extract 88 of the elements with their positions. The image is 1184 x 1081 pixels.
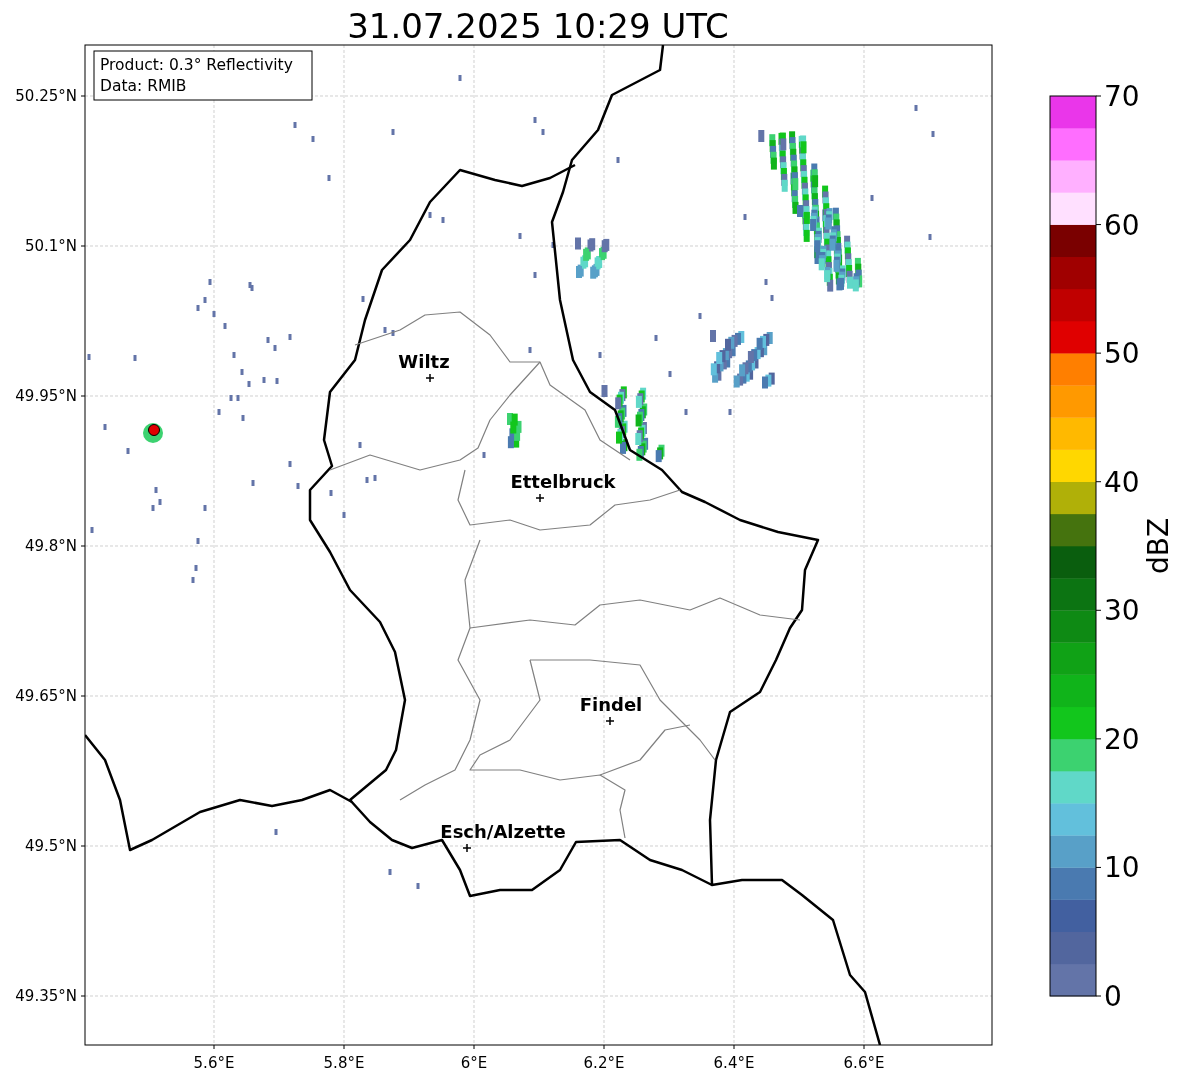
radar-echo: [914, 105, 918, 111]
radar-echo: [441, 217, 445, 223]
radar-echo: [361, 296, 365, 302]
radar-echo: [928, 234, 932, 240]
longitude-label: 5.6°E: [193, 1054, 235, 1072]
radar-echo: [212, 311, 216, 317]
colorbar-tick-label: 50: [1104, 337, 1140, 371]
radar-echo: [288, 461, 292, 467]
radar-site-dot: [148, 424, 160, 436]
radar-echo: [288, 334, 292, 340]
radar-echo: [311, 136, 315, 142]
longitude-label: 6.4°E: [713, 1054, 755, 1072]
radar-echo: [203, 505, 207, 511]
radar-echo: [528, 347, 532, 353]
radar-echo: [126, 448, 130, 454]
plus-icon: [425, 373, 435, 383]
place-label: Wiltz: [398, 351, 450, 372]
radar-echo: [358, 442, 362, 448]
radar-echo: [654, 335, 658, 341]
radar-echo: [931, 131, 935, 137]
chart-title: 31.07.2025 10:29 UTC: [347, 6, 729, 46]
radar-echo: [391, 129, 395, 135]
place-label: Findel: [579, 694, 643, 715]
radar-echo: [196, 538, 200, 544]
colorbar-tick-label: 0: [1104, 980, 1122, 1013]
radar-echo: [296, 483, 300, 489]
radar-echo: [208, 279, 212, 285]
radar-echo: [274, 829, 278, 835]
radar-echo: [743, 214, 747, 220]
radar-echo: [329, 490, 333, 496]
radar-echo: [232, 352, 236, 358]
radar-echo: [275, 378, 279, 384]
radar-echo: [293, 122, 297, 128]
info-text: Data: RMIB: [100, 77, 187, 95]
radar-echo: [482, 452, 486, 458]
latitude-label: 49.35°N: [15, 987, 77, 1005]
radar-echo: [710, 330, 775, 389]
latitude-label: 49.5°N: [24, 837, 77, 855]
latitude-label: 50.1°N: [24, 237, 77, 255]
radar-echo: [728, 409, 732, 415]
radar-echo: [870, 195, 874, 201]
radar-echo: [103, 424, 107, 430]
plus-icon: [605, 716, 615, 726]
radar-echo: [551, 242, 555, 248]
colorbar-tick-label: 60: [1104, 208, 1140, 242]
colorbar-tick-label: 20: [1104, 722, 1140, 756]
plus-icon: [462, 843, 472, 853]
colorbar-tick-label: 40: [1104, 465, 1140, 499]
radar-echo: [327, 175, 331, 181]
radar-echo: [770, 295, 774, 301]
longitude-label: 6.6°E: [843, 1054, 885, 1072]
info-text: Product: 0.3° Reflectivity: [100, 56, 293, 74]
radar-echo: [575, 237, 610, 279]
radar-echo: [616, 157, 620, 163]
colorbar-label: dBZ: [1142, 517, 1175, 575]
radar-echo: [342, 512, 346, 518]
place-label: Ettelbruck: [510, 471, 616, 492]
radar-echo: [217, 409, 221, 415]
radar-echo: [698, 313, 702, 319]
radar-echo: [458, 75, 462, 81]
radar-echo: [87, 354, 91, 360]
colorbar-tick-label: 10: [1104, 851, 1140, 885]
colorbar-tick-label: 30: [1104, 594, 1140, 628]
radar-echo: [416, 883, 420, 889]
radar-echo: [684, 409, 688, 415]
latitude-label: 49.8°N: [24, 537, 77, 555]
radar-echo: [428, 212, 432, 218]
radar-echo: [90, 527, 94, 533]
radar-echo: [251, 480, 255, 486]
radar-echo: [533, 272, 537, 278]
place-label: Esch/Alzette: [440, 821, 566, 842]
radar-echo: [518, 233, 522, 239]
radar-echo: [598, 352, 602, 358]
latitude-label: 49.95°N: [15, 387, 77, 405]
longitude-label: 6.2°E: [583, 1054, 625, 1072]
latitude-label: 49.65°N: [15, 687, 77, 705]
latitude-label: 50.25°N: [15, 87, 77, 105]
radar-echo: [133, 355, 137, 361]
radar-echo: [388, 869, 392, 875]
radar-echo: [241, 415, 245, 421]
radar-echo: [262, 377, 266, 383]
radar-echo: [507, 413, 522, 449]
longitude-label: 6°E: [460, 1054, 488, 1072]
radar-echo: [223, 323, 227, 329]
colorbar-tick-label: 70: [1104, 80, 1140, 113]
radar-echo: [668, 371, 672, 377]
plus-icon: [535, 493, 545, 503]
longitude-label: 5.8°E: [323, 1054, 365, 1072]
